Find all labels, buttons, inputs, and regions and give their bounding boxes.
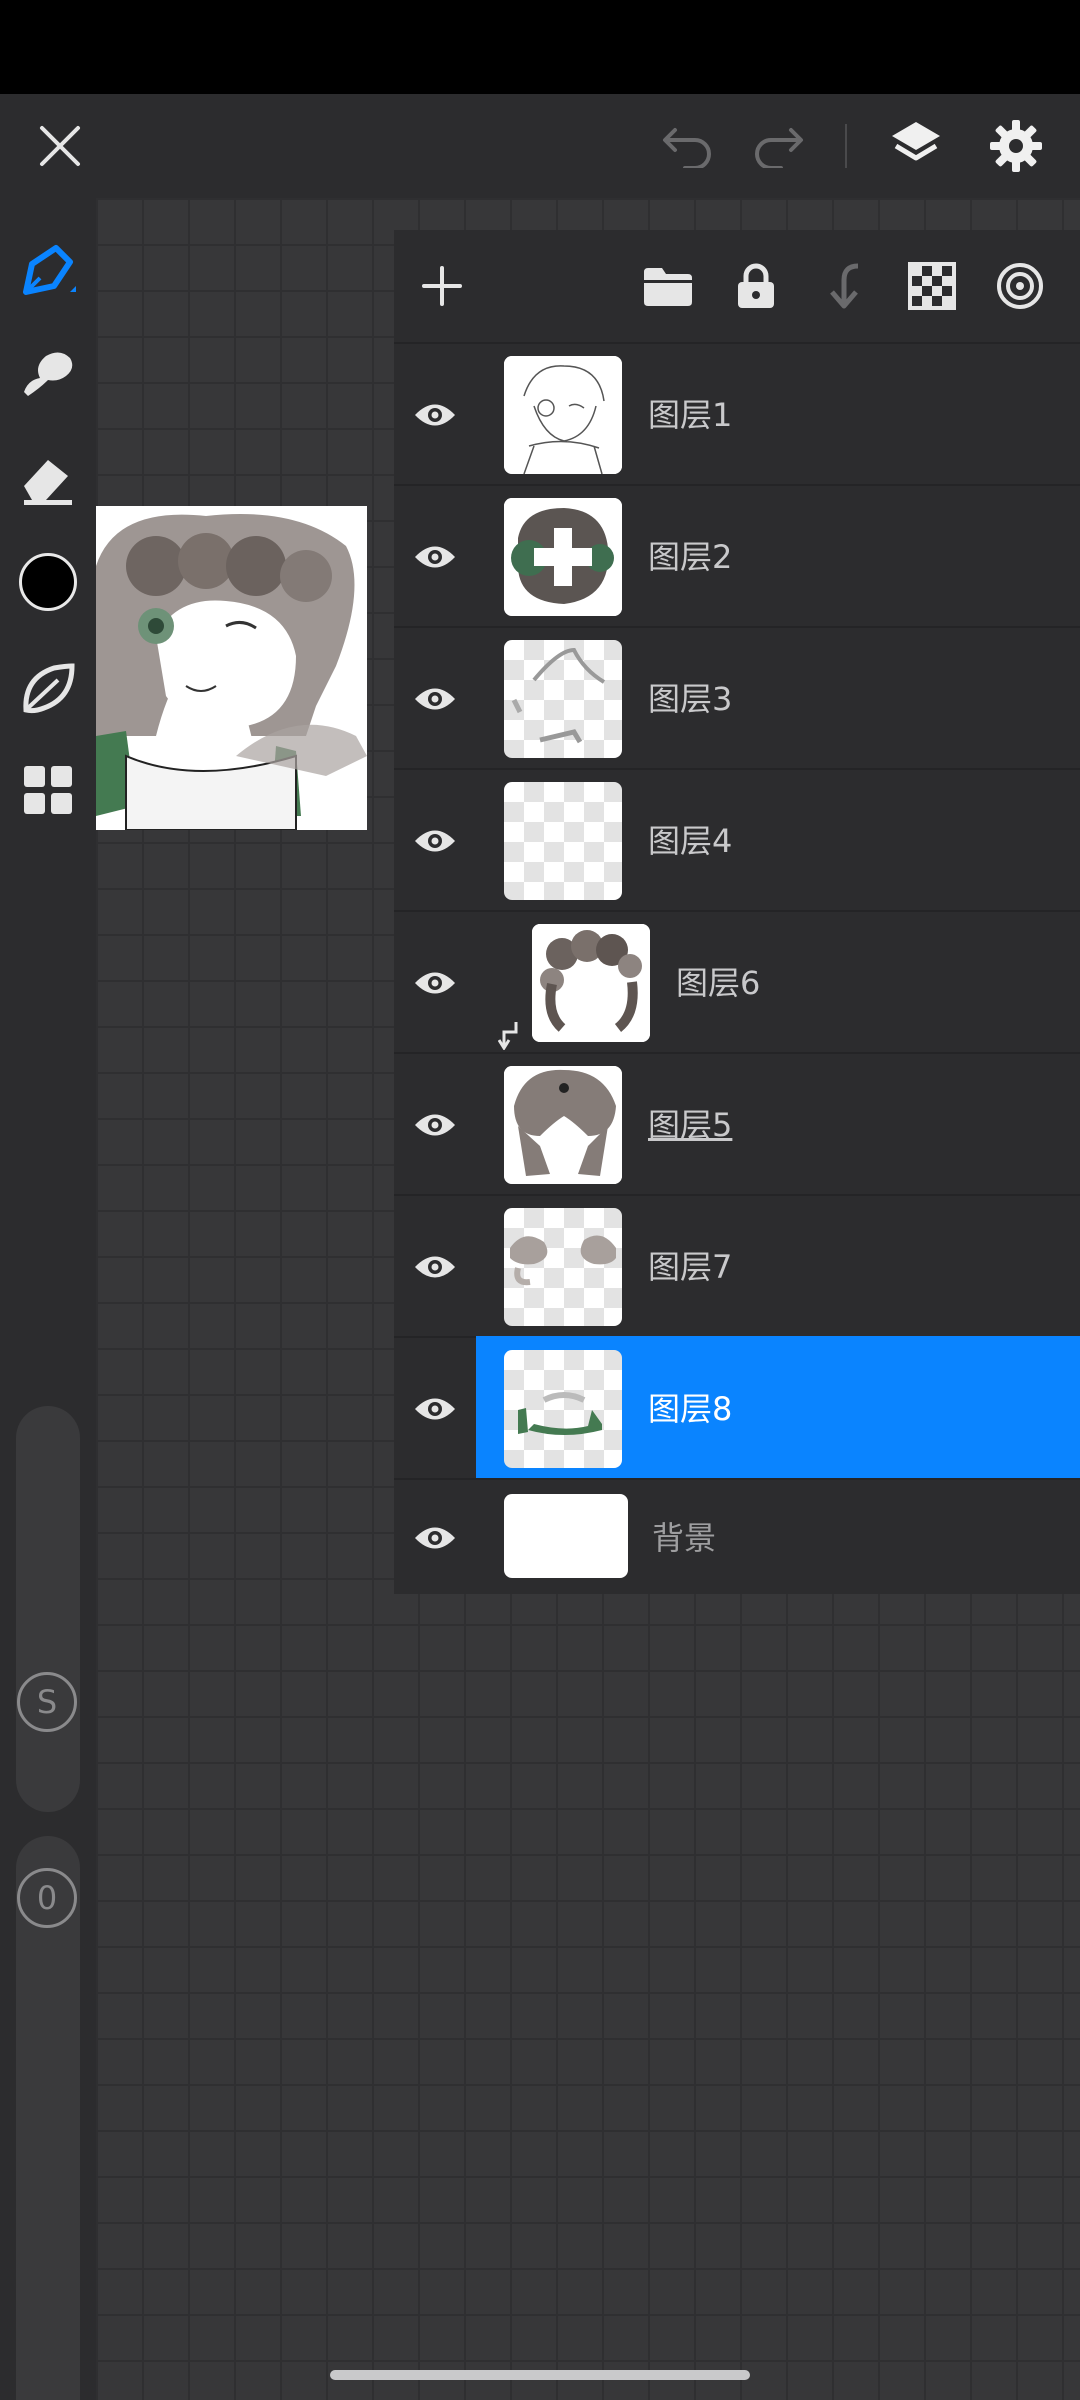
layer-thumbnail <box>504 498 622 616</box>
layers-icon[interactable] <box>864 94 968 198</box>
background-thumbnail <box>504 1494 628 1578</box>
layer-row[interactable]: 图层1 <box>394 342 1080 484</box>
close-icon[interactable] <box>8 94 112 198</box>
layer-row-selected[interactable]: 图层8 <box>394 1336 1080 1480</box>
layer-thumbnail <box>504 356 622 474</box>
smudge-icon[interactable] <box>0 326 96 422</box>
lock-icon[interactable] <box>718 248 794 324</box>
layer-thumbnail <box>504 782 622 900</box>
layer-name: 背景 <box>652 1519 717 1557</box>
layer-name: 图层6 <box>676 964 761 1002</box>
home-indicator[interactable] <box>330 2370 750 2380</box>
leaf-icon[interactable] <box>0 640 96 736</box>
layer-row[interactable]: 图层4 <box>394 768 1080 910</box>
opacity-badge[interactable]: 0 <box>17 1868 77 1928</box>
visibility-eye-icon[interactable] <box>394 1196 476 1338</box>
layer-name: 图层4 <box>648 822 733 860</box>
visibility-eye-icon[interactable] <box>394 628 476 770</box>
layers-panel: 图层1 图层2 图层3 图层4 图层6 图层5 图层7 图层8 背景 <box>394 230 1080 1594</box>
visibility-eye-icon[interactable] <box>394 1480 476 1596</box>
background-layer-row[interactable]: 背景 <box>394 1478 1080 1594</box>
layer-row[interactable]: 图层7 <box>394 1194 1080 1336</box>
layer-name: 图层3 <box>648 680 733 718</box>
visibility-eye-icon[interactable] <box>394 770 476 912</box>
visibility-eye-icon[interactable] <box>394 486 476 628</box>
layer-name: 图层5 <box>648 1106 733 1144</box>
visibility-eye-icon[interactable] <box>394 1338 476 1480</box>
layer-row[interactable]: 图层6 <box>394 910 1080 1052</box>
current-color-dot[interactable] <box>19 553 77 611</box>
layers-panel-toolbar <box>394 230 1080 342</box>
settings-icon[interactable] <box>964 94 1068 198</box>
layer-name: 图层7 <box>648 1248 733 1286</box>
visibility-eye-icon[interactable] <box>394 912 476 1054</box>
clipping-arrow-icon <box>498 1022 518 1050</box>
merge-down-icon[interactable] <box>806 248 882 324</box>
layer-name: 图层8 <box>648 1390 733 1428</box>
grid-icon[interactable] <box>0 742 96 838</box>
layer-row[interactable]: 图层5 <box>394 1052 1080 1194</box>
layer-name: 图层1 <box>648 396 733 434</box>
folder-icon[interactable] <box>630 248 706 324</box>
layer-name: 图层2 <box>648 538 733 576</box>
undo-icon[interactable] <box>636 94 740 198</box>
eraser-icon[interactable] <box>0 430 96 526</box>
layer-thumbnail <box>504 1066 622 1184</box>
topbar-divider <box>845 124 847 168</box>
color-swatch[interactable] <box>0 534 96 630</box>
visibility-eye-icon[interactable] <box>394 1054 476 1196</box>
left-toolbar: S 0 <box>0 198 96 2400</box>
size-badge[interactable]: S <box>17 1672 77 1732</box>
layer-thumbnail <box>504 640 622 758</box>
layer-thumbnail <box>532 924 650 1042</box>
layer-row[interactable]: 图层2 <box>394 484 1080 626</box>
top-bar <box>0 94 1080 198</box>
add-layer-icon[interactable] <box>404 248 480 324</box>
transparency-icon[interactable] <box>894 248 970 324</box>
status-bar <box>0 0 1080 94</box>
reference-icon[interactable] <box>982 248 1058 324</box>
brush-size-slider[interactable] <box>16 1406 80 1812</box>
layer-row[interactable]: 图层3 <box>394 626 1080 768</box>
layer-thumbnail <box>504 1208 622 1326</box>
brush-icon[interactable] <box>0 224 96 320</box>
layer-thumbnail <box>504 1350 622 1468</box>
app-root: S 0 图层1 图层2 图层3 图层4 图层6 图层5 图层7 图层8 背景 <box>0 0 1080 2400</box>
artwork-preview[interactable] <box>96 506 367 830</box>
redo-icon[interactable] <box>726 94 830 198</box>
visibility-eye-icon[interactable] <box>394 344 476 486</box>
